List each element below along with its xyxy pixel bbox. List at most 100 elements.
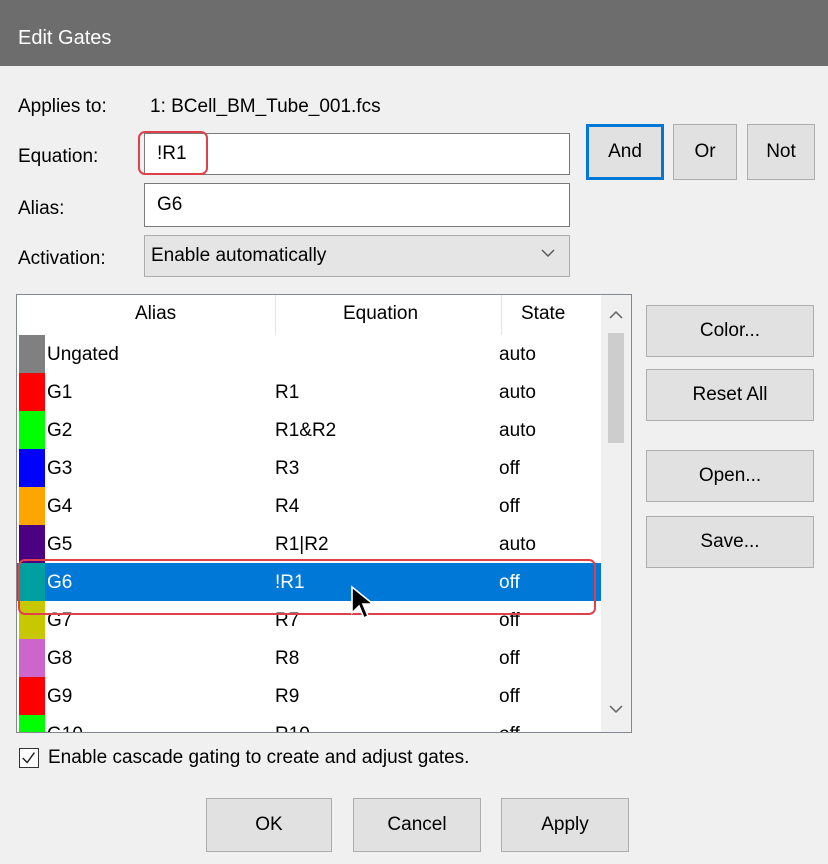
alias-input[interactable]: G6	[144, 183, 570, 227]
gate-color-swatch	[19, 563, 45, 601]
row-alias: G9	[47, 686, 73, 707]
not-button[interactable]: Not	[747, 124, 815, 180]
table-row[interactable]: G1 R1 auto	[17, 373, 601, 411]
header-state[interactable]: State	[521, 303, 565, 325]
row-alias: G7	[47, 610, 73, 631]
activation-label: Activation:	[18, 248, 106, 269]
gate-color-swatch	[19, 525, 45, 563]
row-state: off	[499, 572, 520, 593]
row-equation: R8	[275, 648, 300, 669]
table-row[interactable]: G5 R1|R2 auto	[17, 525, 601, 563]
table-row[interactable]: G8 R8 off	[17, 639, 601, 677]
mouse-cursor-icon	[351, 585, 376, 620]
scrollbar-thumb[interactable]	[608, 333, 624, 443]
row-alias: G8	[47, 648, 73, 669]
gate-color-swatch	[19, 639, 45, 677]
row-state: off	[499, 648, 520, 669]
row-alias: G3	[47, 458, 73, 479]
gate-color-swatch	[19, 373, 45, 411]
apply-button-label: Apply	[541, 814, 589, 835]
row-equation: R4	[275, 496, 300, 517]
row-equation: R10	[275, 724, 310, 732]
open-button[interactable]: Open...	[646, 450, 814, 502]
gate-color-swatch	[19, 411, 45, 449]
row-equation: R7	[275, 610, 300, 631]
ok-button[interactable]: OK	[206, 798, 332, 852]
row-alias: G2	[47, 420, 73, 441]
row-alias: G10	[47, 724, 83, 732]
equation-input[interactable]: !R1	[144, 133, 570, 175]
row-state: off	[499, 724, 520, 732]
color-button-label: Color...	[699, 320, 761, 341]
activation-dropdown[interactable]: Enable automatically	[144, 235, 570, 277]
table-row[interactable]: G7 R7 off	[17, 601, 601, 639]
table-row[interactable]: G10 R10 off	[17, 715, 601, 732]
row-equation: R1	[275, 382, 300, 403]
row-equation: R1|R2	[275, 534, 329, 555]
scroll-up-icon[interactable]	[606, 305, 626, 325]
row-equation: R1&R2	[275, 420, 337, 441]
row-alias: G1	[47, 382, 73, 403]
equation-label: Equation:	[18, 146, 99, 167]
color-button[interactable]: Color...	[646, 305, 814, 357]
gate-color-swatch	[19, 601, 45, 639]
gates-table[interactable]: Alias Equation State Ungated auto G1 R1 …	[16, 294, 632, 733]
table-row[interactable]: G9 R9 off	[17, 677, 601, 715]
row-state: off	[499, 686, 520, 707]
table-scrollbar[interactable]	[601, 295, 631, 732]
or-button-label: Or	[694, 141, 716, 162]
ok-button-label: OK	[255, 814, 283, 835]
title-bar: Edit Gates	[0, 0, 828, 66]
not-button-label: Not	[766, 141, 796, 162]
row-alias: Ungated	[47, 344, 119, 365]
row-state: auto	[499, 382, 536, 403]
chevron-down-icon	[541, 249, 555, 257]
and-button-label: And	[608, 141, 642, 162]
row-alias: G6	[47, 572, 73, 593]
checkmark-icon	[22, 752, 35, 764]
apply-button[interactable]: Apply	[501, 798, 629, 852]
header-divider	[501, 295, 502, 335]
alias-input-value: G6	[157, 194, 183, 215]
table-row[interactable]: G4 R4 off	[17, 487, 601, 525]
open-button-label: Open...	[698, 465, 762, 486]
cascade-checkbox[interactable]	[19, 748, 39, 768]
row-equation: R9	[275, 686, 300, 707]
applies-to-label: Applies to:	[18, 96, 107, 117]
window-title: Edit Gates	[18, 27, 112, 49]
gate-color-swatch	[19, 487, 45, 525]
cascade-label[interactable]: Enable cascade gating to create and adju…	[48, 747, 469, 769]
row-state: auto	[499, 534, 536, 555]
or-button[interactable]: Or	[673, 124, 737, 180]
scroll-down-icon[interactable]	[606, 699, 626, 719]
table-row[interactable]: G2 R1&R2 auto	[17, 411, 601, 449]
row-alias: G5	[47, 534, 73, 555]
gate-color-swatch	[19, 715, 45, 732]
cancel-button-label: Cancel	[387, 814, 447, 835]
header-equation[interactable]: Equation	[343, 303, 418, 325]
table-row-selected[interactable]: G6 !R1 off	[17, 563, 601, 601]
save-button-label: Save...	[700, 531, 760, 552]
alias-label: Alias:	[18, 198, 65, 219]
row-state: auto	[499, 344, 536, 365]
table-header: Alias Equation State	[17, 295, 601, 335]
header-divider	[275, 295, 276, 335]
gate-color-swatch	[19, 335, 45, 373]
activation-selected: Enable automatically	[151, 245, 327, 266]
row-state: off	[499, 458, 520, 479]
save-button[interactable]: Save...	[646, 516, 814, 568]
row-state: off	[499, 610, 520, 631]
table-row[interactable]: G3 R3 off	[17, 449, 601, 487]
cancel-button[interactable]: Cancel	[353, 798, 481, 852]
row-alias: G4	[47, 496, 73, 517]
gate-color-swatch	[19, 677, 45, 715]
and-button[interactable]: And	[586, 124, 664, 180]
row-state: auto	[499, 420, 536, 441]
row-state: off	[499, 496, 520, 517]
row-equation: R3	[275, 458, 300, 479]
gate-color-swatch	[19, 449, 45, 487]
row-equation: !R1	[275, 572, 305, 593]
table-row[interactable]: Ungated auto	[17, 335, 601, 373]
reset-all-button[interactable]: Reset All	[646, 369, 814, 421]
header-alias[interactable]: Alias	[135, 303, 176, 325]
